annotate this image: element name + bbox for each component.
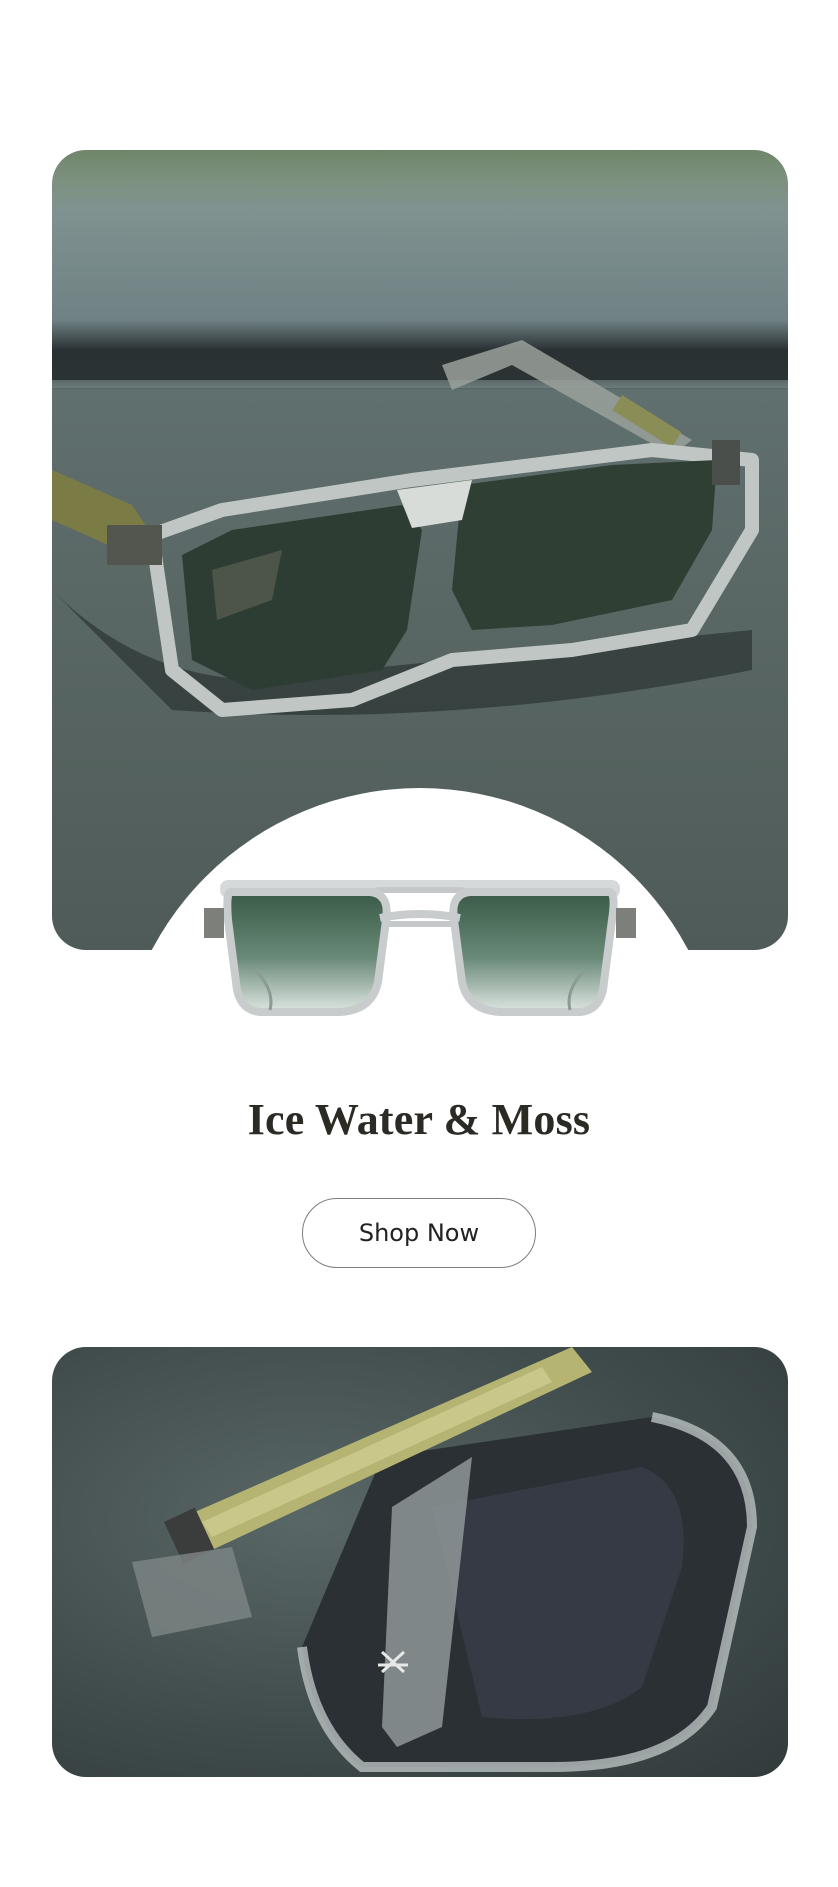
- shop-now-button[interactable]: Shop Now: [302, 1198, 536, 1268]
- hero-image: [52, 150, 788, 950]
- sunglasses-closeup-temple-icon: [132, 1347, 758, 1772]
- sunglasses-front-view-icon: [204, 880, 636, 1016]
- detail-image: [52, 1347, 788, 1777]
- product-title: Ice Water & Moss: [247, 1095, 591, 1144]
